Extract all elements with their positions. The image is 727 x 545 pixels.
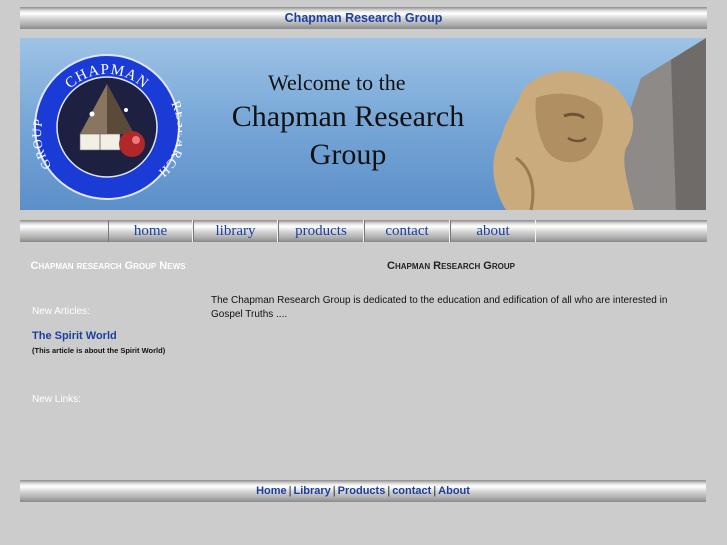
nav-products[interactable]: products: [278, 220, 364, 242]
footer-separator: |: [387, 485, 391, 497]
footer-link-home[interactable]: Home: [256, 485, 287, 497]
article-description: (This article is about the Spirit World): [32, 346, 166, 355]
sidebar: Chapman research Group News New Articles…: [20, 258, 196, 405]
main-text: The Chapman Research Group is dedicated …: [211, 295, 668, 320]
footer-link-library[interactable]: Library: [293, 485, 330, 497]
seal-logo: CHAPMAN RESEARCH GROUP: [32, 54, 182, 200]
article-link[interactable]: The Spirit World: [32, 330, 117, 342]
banner: CHAPMAN RESEARCH GROUP Welcome to the Ch…: [20, 38, 706, 210]
footer-link-contact[interactable]: contact: [392, 485, 431, 497]
banner-title: Chapman Research Group: [231, 100, 465, 171]
footer-link-about[interactable]: About: [438, 485, 470, 497]
footer-bar: Home | Library | Products | contact | Ab…: [20, 480, 706, 502]
nav-contact[interactable]: contact: [364, 220, 450, 242]
nav-about[interactable]: about: [450, 220, 536, 242]
footer-link-products[interactable]: Products: [338, 485, 386, 497]
footer-separator: |: [332, 485, 336, 497]
welcome-text: Welcome to the: [268, 70, 406, 95]
sphinx-image: [493, 38, 706, 210]
footer-separator: |: [433, 485, 437, 497]
new-articles-label: New Articles:: [32, 306, 90, 317]
nav-bar: home library products contact about: [20, 220, 707, 242]
nav-home[interactable]: home: [108, 220, 193, 242]
nav-library[interactable]: library: [193, 220, 278, 242]
top-header-bar: Chapman Research Group: [20, 7, 707, 29]
site-title: Chapman Research Group: [284, 11, 443, 25]
sidebar-title: Chapman research Group News: [30, 260, 186, 272]
footer-separator: |: [288, 485, 292, 497]
main-heading: Chapman Research Group: [387, 260, 515, 272]
new-links-label: New Links:: [32, 394, 81, 405]
